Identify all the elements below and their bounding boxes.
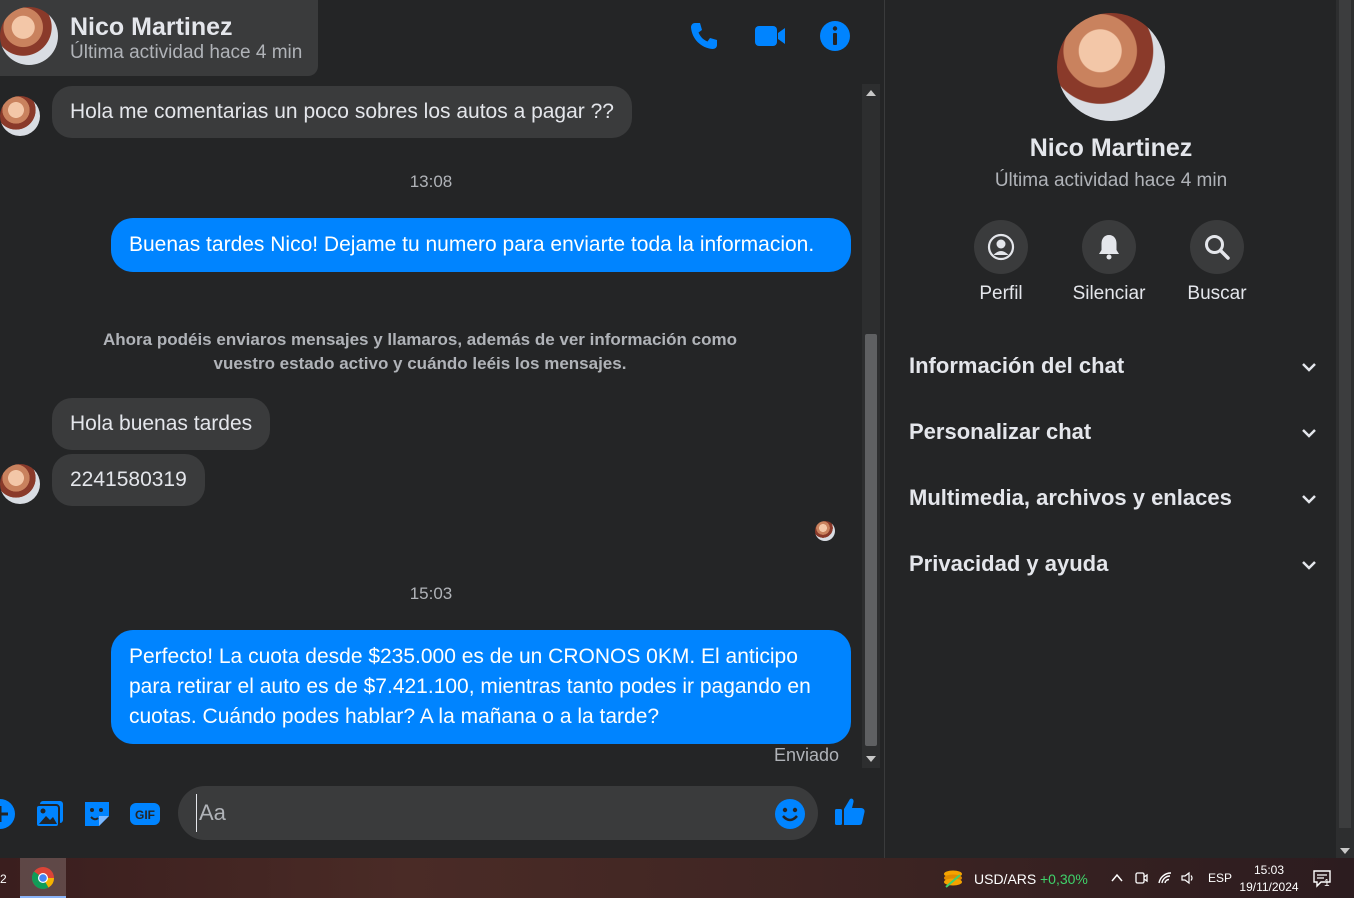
- contact-name[interactable]: Nico Martinez: [70, 13, 233, 42]
- profile-button-label: Perfil: [979, 283, 1023, 304]
- chevron-down-icon: [1302, 363, 1316, 372]
- clock-time[interactable]: 15:03: [1240, 863, 1298, 877]
- scroll-thumb[interactable]: [1339, 0, 1351, 828]
- profile-status: Última actividad hace 4 min: [994, 170, 1228, 191]
- taskbar-chrome-button[interactable]: [20, 858, 66, 898]
- profile-name: Nico Martinez: [1029, 134, 1193, 162]
- emoji-icon[interactable]: [774, 798, 806, 830]
- scroll-up-arrow-icon[interactable]: [866, 90, 876, 96]
- chevron-down-icon: [1302, 495, 1316, 504]
- message-bubble-incoming[interactable]: 2241580319: [52, 454, 205, 506]
- contact-avatar-small[interactable]: [0, 96, 40, 136]
- section-title: Personalizar chat: [909, 419, 1092, 444]
- taskbar: 2 USD/ARS +0,30% ESP 15:03 19/11/2024 1: [0, 858, 1354, 898]
- search-icon: [1205, 235, 1230, 260]
- seen-indicator-avatar: [815, 521, 835, 541]
- message-bubble-incoming[interactable]: Hola me comentarias un poco sobres los a…: [52, 86, 632, 138]
- message-bubble-outgoing[interactable]: Perfecto! La cuota desde $235.000 es de …: [111, 630, 851, 744]
- message-scrollbar[interactable]: [862, 84, 880, 768]
- section-title: Multimedia, archivos y enlaces: [909, 485, 1232, 510]
- notification-count: 1: [1324, 878, 1330, 889]
- scroll-down-arrow-icon[interactable]: [866, 756, 876, 762]
- photo-icon[interactable]: [34, 798, 66, 830]
- phone-icon[interactable]: [686, 18, 722, 54]
- volume-icon[interactable]: [1180, 870, 1196, 886]
- message-bubble-incoming[interactable]: Hola buenas tardes: [52, 398, 271, 450]
- search-button-label: Buscar: [1187, 283, 1247, 304]
- chevron-down-icon: [1302, 429, 1316, 438]
- message-timestamp: 15:03: [409, 584, 453, 603]
- contact-avatar-small[interactable]: [0, 464, 40, 504]
- message-input-box[interactable]: [178, 786, 818, 840]
- message-list[interactable]: Hola me comentarias un poco sobres los a…: [0, 84, 862, 768]
- chevron-up-icon[interactable]: [1109, 870, 1125, 886]
- section-privacy-help[interactable]: Privacidad y ayuda: [909, 545, 1319, 585]
- scroll-down-arrow-icon[interactable]: [1340, 848, 1350, 854]
- gif-label: GIF: [135, 808, 155, 822]
- wifi-icon[interactable]: [1157, 870, 1173, 886]
- profile-avatar-large[interactable]: [1057, 13, 1165, 121]
- contact-status: Última actividad hace 4 min: [70, 42, 303, 63]
- profile-icon: [987, 233, 1015, 261]
- section-customize-chat[interactable]: Personalizar chat: [909, 413, 1319, 453]
- scroll-thumb[interactable]: [865, 334, 877, 746]
- section-media-files-links[interactable]: Multimedia, archivos y enlaces: [909, 479, 1319, 519]
- chat-panel: Nico Martinez Última actividad hace 4 mi…: [0, 0, 882, 858]
- info-icon[interactable]: [817, 18, 853, 54]
- system-notice: Ahora podéis enviaros mensajes y llamaro…: [103, 330, 737, 373]
- message-bubble-outgoing[interactable]: Buenas tardes Nico! Dejame tu numero par…: [111, 218, 851, 272]
- chat-header[interactable]: Nico Martinez Última actividad hace 4 mi…: [0, 0, 318, 76]
- plus-circle-icon[interactable]: [0, 798, 16, 830]
- message-input[interactable]: [196, 794, 756, 832]
- section-chat-info[interactable]: Información del chat: [909, 347, 1319, 387]
- profile-button[interactable]: Perfil: [946, 220, 1056, 305]
- message-timestamp: 13:08: [409, 172, 453, 191]
- like-thumb-icon[interactable]: [834, 796, 866, 828]
- sent-status: Enviado: [774, 745, 840, 765]
- app-badge-count[interactable]: 2: [0, 872, 7, 886]
- currency-widget-icon[interactable]: [942, 867, 964, 889]
- sticker-icon[interactable]: [81, 798, 113, 830]
- bell-icon: [1099, 235, 1119, 260]
- mute-button-label: Silenciar: [1072, 283, 1146, 304]
- contact-avatar[interactable]: [0, 7, 58, 65]
- currency-change[interactable]: +0,30%: [1040, 871, 1088, 887]
- chevron-down-icon: [1302, 561, 1316, 570]
- search-button[interactable]: Buscar: [1162, 220, 1272, 305]
- currency-pair[interactable]: USD/ARS: [974, 871, 1036, 887]
- video-camera-icon[interactable]: [752, 18, 788, 54]
- sidebar-scrollbar[interactable]: [1336, 0, 1354, 858]
- composer: GIF: [0, 778, 882, 848]
- chat-info-sidebar: Nico Martinez Última actividad hace 4 mi…: [884, 0, 1336, 858]
- gif-icon[interactable]: GIF: [129, 798, 161, 830]
- chrome-icon: [31, 867, 54, 889]
- clock-date[interactable]: 19/11/2024: [1236, 880, 1302, 894]
- meet-now-icon[interactable]: [1133, 870, 1149, 886]
- section-title: Información del chat: [909, 353, 1125, 378]
- mute-button[interactable]: Silenciar: [1054, 220, 1164, 305]
- language-indicator[interactable]: ESP: [1208, 871, 1232, 885]
- section-title: Privacidad y ayuda: [909, 551, 1109, 576]
